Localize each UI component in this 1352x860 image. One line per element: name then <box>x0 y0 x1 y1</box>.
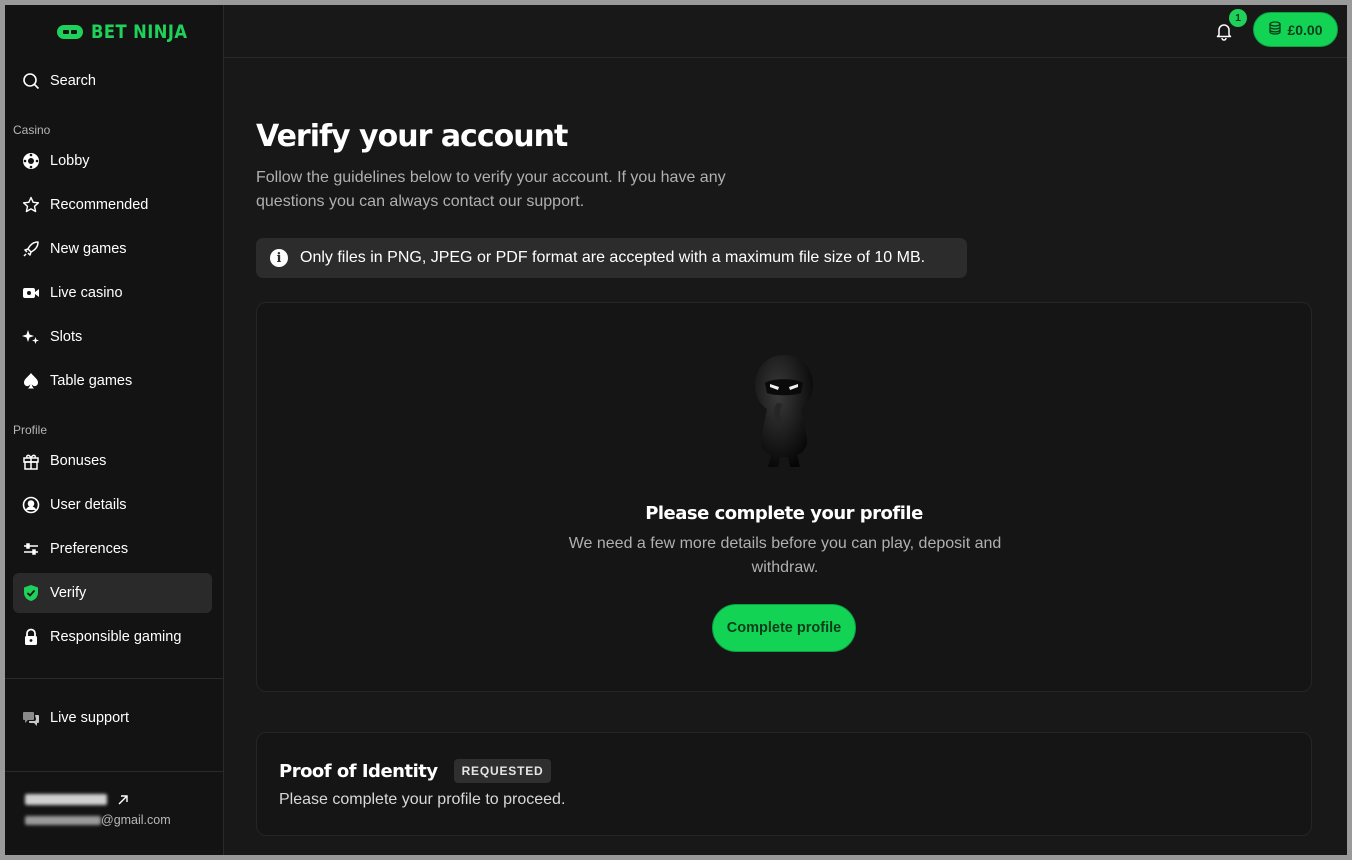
sidebar-item-live-casino[interactable]: Live casino <box>13 273 212 313</box>
ninja-mascot-image <box>755 355 813 467</box>
user-email: @gmail.com <box>25 813 171 827</box>
sidebar-item-label: Lobby <box>50 153 90 169</box>
status-badge: REQUESTED <box>453 759 552 783</box>
identity-title-row: Proof of Identity REQUESTED <box>279 759 552 783</box>
sidebar-item-label: New games <box>50 241 127 257</box>
chat-bubbles-icon <box>22 709 40 727</box>
sidebar-item-bonuses[interactable]: Bonuses <box>13 441 212 481</box>
sidebar-item-label: Responsible gaming <box>50 629 182 645</box>
spade-icon <box>22 372 40 390</box>
file-format-notice: i Only files in PNG, JPEG or PDF format … <box>256 238 967 278</box>
info-icon: i <box>270 249 288 267</box>
sidebar-divider <box>5 771 224 772</box>
section-label-casino: Casino <box>13 123 51 137</box>
sidebar-item-label: Slots <box>50 329 83 345</box>
notice-text: Only files in PNG, JPEG or PDF format ar… <box>300 249 926 266</box>
sidebar-item-label: Table games <box>50 373 133 389</box>
complete-profile-card: Please complete your profile We need a f… <box>256 302 1312 692</box>
notification-count-badge: 1 <box>1229 9 1247 27</box>
app-window: BET NINJA Search Casino Lobby Recommende… <box>5 5 1347 855</box>
main-content: 1 £0.00 Verify your account Follow the g… <box>224 5 1347 855</box>
card-title: Please complete your profile <box>645 503 923 524</box>
search-button[interactable]: Search <box>13 61 212 101</box>
identity-title: Proof of Identity <box>279 760 438 782</box>
search-icon <box>22 72 40 90</box>
sidebar-item-recommended[interactable]: Recommended <box>13 185 212 225</box>
sidebar-item-label: Preferences <box>50 541 129 557</box>
sidebar-divider <box>5 678 224 679</box>
sidebar-item-live-support[interactable]: Live support <box>13 698 212 738</box>
sidebar-item-label: Live casino <box>50 285 123 301</box>
balance-amount: £0.00 <box>1287 21 1323 38</box>
star-icon <box>22 196 40 214</box>
sidebar-item-verify[interactable]: Verify <box>13 573 212 613</box>
sidebar-item-label: Bonuses <box>50 453 107 469</box>
sidebar-item-slots[interactable]: Slots <box>13 317 212 357</box>
coins-icon <box>1268 21 1282 38</box>
complete-profile-button[interactable]: Complete profile <box>712 604 856 652</box>
ninja-mask-icon <box>57 25 83 39</box>
brand-logo[interactable]: BET NINJA <box>57 21 203 43</box>
user-account-link[interactable]: @gmail.com <box>25 793 171 827</box>
sidebar-item-label: Recommended <box>50 197 149 213</box>
sidebar-item-preferences[interactable]: Preferences <box>13 529 212 569</box>
gift-icon <box>22 452 40 470</box>
sidebar-item-user-details[interactable]: User details <box>13 485 212 525</box>
brand-name: BET NINJA <box>91 21 188 43</box>
search-label: Search <box>50 73 96 89</box>
user-circle-icon <box>22 496 40 514</box>
card-text: We need a few more details before you ca… <box>568 535 1002 576</box>
email-domain: @gmail.com <box>101 813 171 827</box>
external-link-icon <box>117 793 129 805</box>
user-name <box>25 793 171 805</box>
sidebar-item-table-games[interactable]: Table games <box>13 361 212 401</box>
page-subtitle: Follow the guidelines below to verify yo… <box>256 169 726 210</box>
sparkles-icon <box>22 328 40 346</box>
proof-of-identity-card: Proof of Identity REQUESTED Please compl… <box>256 732 1312 836</box>
sidebar-item-responsible-gaming[interactable]: Responsible gaming <box>13 617 212 657</box>
lobby-icon <box>22 152 40 170</box>
sidebar-item-label: Live support <box>50 710 129 726</box>
shield-check-icon <box>22 584 40 602</box>
rocket-icon <box>22 240 40 258</box>
top-bar: 1 £0.00 <box>224 5 1347 58</box>
sidebar-item-lobby[interactable]: Lobby <box>13 141 212 181</box>
balance-button[interactable]: £0.00 <box>1253 12 1338 47</box>
redacted-username <box>25 793 107 805</box>
section-label-profile: Profile <box>13 423 48 437</box>
camera-icon <box>22 284 40 302</box>
redacted-email <box>25 815 101 825</box>
page-title: Verify your account <box>256 119 568 154</box>
identity-text: Please complete your profile to proceed. <box>279 791 566 808</box>
lock-icon <box>22 628 40 646</box>
sidebar-item-label: User details <box>50 497 127 513</box>
sidebar-item-label: Verify <box>50 585 87 601</box>
sidebar: BET NINJA Search Casino Lobby Recommende… <box>5 5 224 855</box>
sliders-icon <box>22 540 40 558</box>
sidebar-item-new-games[interactable]: New games <box>13 229 212 269</box>
